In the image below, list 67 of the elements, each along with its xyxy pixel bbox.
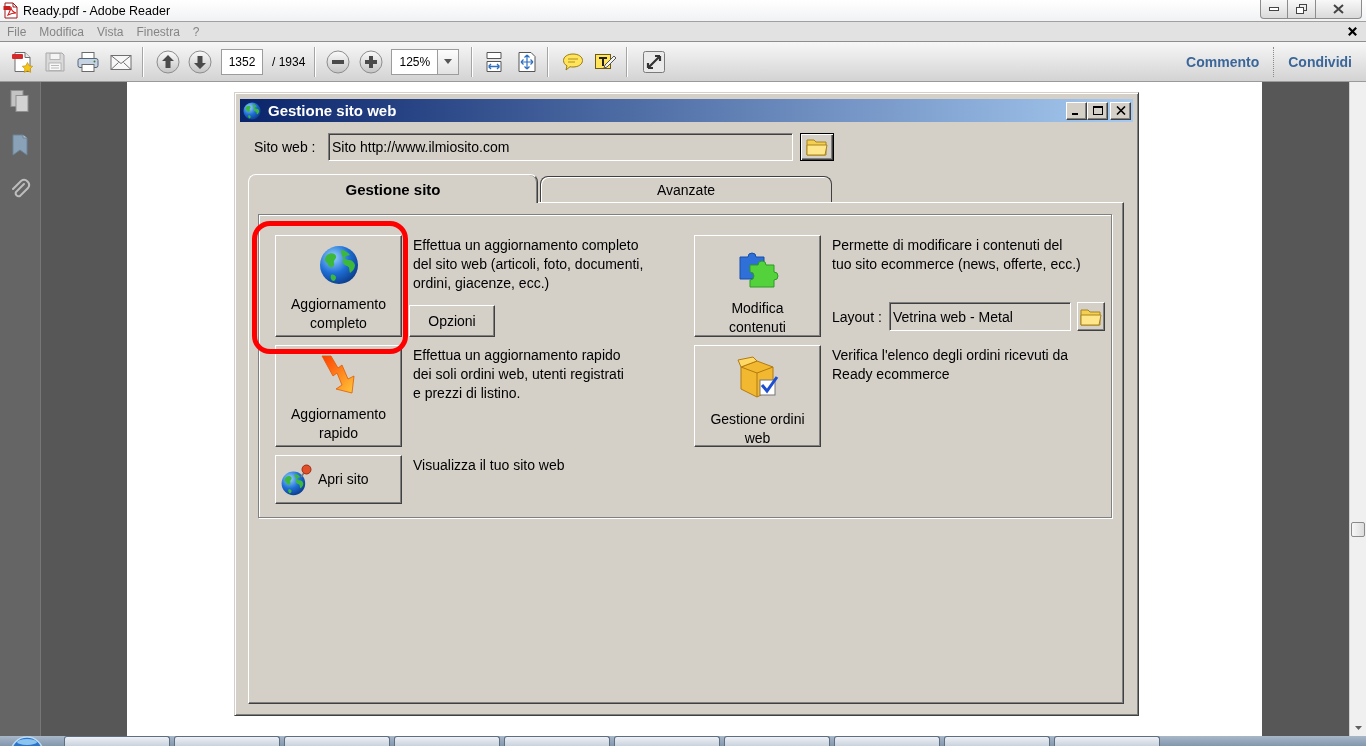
options-button[interactable]: Opzioni	[409, 305, 495, 337]
pdf-file-icon	[3, 2, 19, 19]
minus-circle-icon[interactable]	[326, 49, 351, 74]
expand-arrows-icon[interactable]	[642, 49, 667, 74]
globe-pin-icon	[280, 463, 312, 496]
document-star-icon[interactable]	[10, 49, 34, 74]
maximize-button[interactable]	[1087, 101, 1108, 120]
taskbar-button[interactable]	[174, 736, 280, 746]
layout-field[interactable]: Vetrina web - Metal	[889, 302, 1071, 331]
pages-icon[interactable]	[9, 89, 31, 113]
browse-button[interactable]	[800, 133, 834, 161]
caret-down-icon	[444, 59, 453, 64]
page-count: / 1934	[272, 54, 306, 69]
maximize-icon	[1092, 106, 1103, 115]
minimize-icon	[1072, 112, 1078, 115]
pane-button[interactable]: Condividi	[1288, 53, 1352, 70]
folder-icon	[806, 138, 828, 156]
globe-icon	[318, 245, 359, 285]
start-orb-icon[interactable]	[10, 736, 44, 746]
url-field[interactable]: Sito http://www.ilmiosito.com	[328, 133, 793, 161]
pane-button[interactable]: Commento	[1186, 53, 1260, 70]
arrow-up-icon[interactable]	[156, 49, 180, 74]
close-button[interactable]	[1316, 0, 1362, 19]
taskbar-button[interactable]	[394, 736, 500, 746]
dialog-title: Gestione sito web	[268, 102, 397, 119]
restore-button[interactable]	[1288, 0, 1316, 19]
taskbar-button[interactable]	[724, 736, 830, 746]
action-button[interactable]: Aggiornamento rapido	[275, 345, 402, 447]
taskbar-button[interactable]	[614, 736, 720, 746]
action-button[interactable]: Gestione ordini web	[694, 345, 821, 447]
tab[interactable]: Gestione sito	[248, 174, 538, 203]
arrow-down-icon[interactable]	[188, 49, 212, 74]
taskbar-button[interactable]	[284, 736, 390, 746]
tab[interactable]: Avanzate	[540, 176, 832, 202]
dropdown-button[interactable]	[437, 48, 460, 75]
window-title: Ready.pdf - Adobe Reader	[23, 3, 171, 18]
minimize-button[interactable]	[1260, 0, 1288, 19]
scrollbar[interactable]	[1349, 82, 1366, 736]
minimize-icon	[1269, 7, 1279, 11]
field-label: Sito web :	[254, 139, 317, 155]
description-text: Effettua un aggiornamento completo del sito web (articoli, foto, documenti, ordini, giacenze, ecc.)	[412, 236, 645, 293]
zoom-field[interactable]: 125%	[391, 48, 438, 75]
taskbar-button[interactable]	[944, 736, 1050, 746]
printer-icon[interactable]	[76, 49, 100, 74]
taskbar-button[interactable]	[1054, 736, 1160, 746]
description-text: Visualizza il tuo sito web	[412, 456, 566, 475]
folder-icon	[1080, 307, 1102, 326]
close-icon	[1115, 106, 1126, 115]
restore-icon	[1296, 4, 1307, 14]
box-checkmark-icon	[736, 355, 779, 400]
scrollbar-thumb[interactable]	[1351, 522, 1365, 537]
close-icon	[1333, 4, 1344, 14]
description-text: Effettua un aggiornamento rapido dei soli ordini web, utenti registrati e prezzi di listino.	[412, 346, 625, 403]
description-text: Verifica l'elenco degli ordini ricevuti da Ready ecommerce	[831, 346, 1070, 384]
action-button[interactable]: Modifica contenuti	[694, 235, 821, 337]
taskbar-button[interactable]	[64, 736, 170, 746]
arrow-down-icon[interactable]	[1354, 726, 1362, 730]
description-text: Permette di modificare i contenuti del tuo sito ecommerce (news, offerte, ecc.)	[831, 236, 1082, 274]
close-icon[interactable]	[1347, 26, 1358, 37]
action-button[interactable]: Apri sito	[275, 455, 402, 504]
taskbar-button[interactable]	[834, 736, 940, 746]
page-number-field[interactable]: 1352	[221, 48, 263, 75]
globe-icon	[243, 101, 261, 120]
plus-circle-icon[interactable]	[359, 49, 384, 74]
action-button[interactable]: Aggiornamento completo	[275, 235, 402, 337]
taskbar-button[interactable]	[504, 736, 610, 746]
field-label: Layout :	[832, 308, 883, 325]
